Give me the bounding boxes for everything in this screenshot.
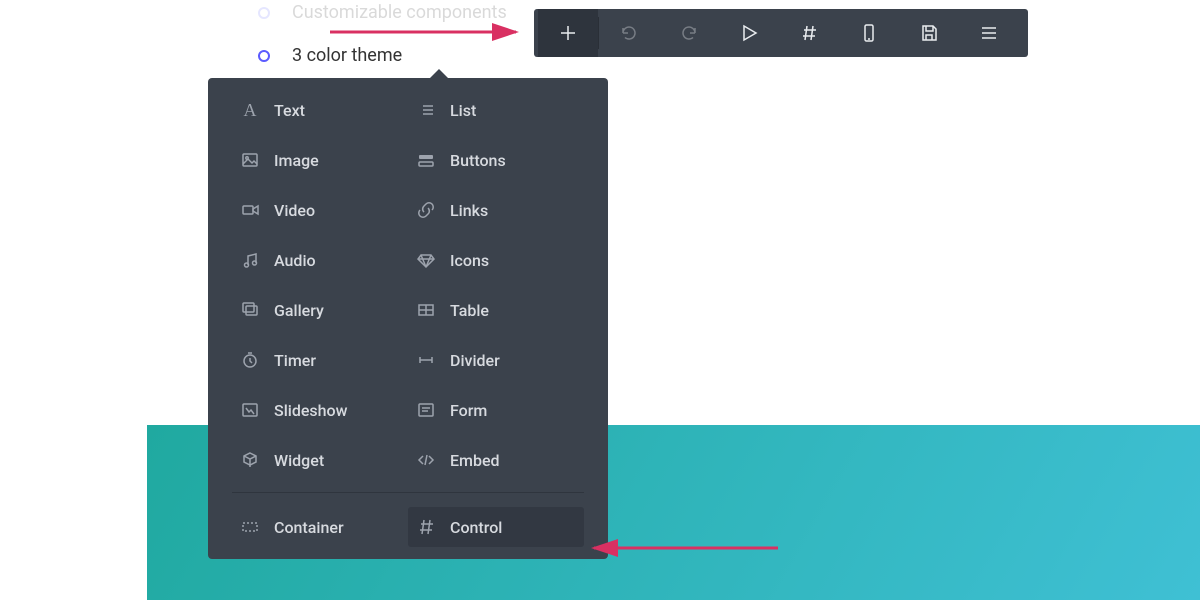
menu-item-label: Container <box>274 518 344 537</box>
menu-item-embed[interactable]: Embed <box>408 446 584 474</box>
device-button[interactable] <box>839 9 899 57</box>
menu-item-label: Timer <box>274 351 316 370</box>
menu-item-label: Divider <box>450 351 500 370</box>
add-button[interactable] <box>538 9 598 57</box>
menu-item-label: Buttons <box>450 151 506 170</box>
hash-icon <box>416 517 436 537</box>
popover-column-left: A Text Image Video Audio Gallery Time <box>232 96 408 474</box>
undo-icon <box>619 23 639 43</box>
popover-column-right: List Buttons Links Icons Table Divider <box>408 96 584 474</box>
timer-icon <box>240 350 260 370</box>
menu-item-label: Video <box>274 201 315 220</box>
menu-item-label: Icons <box>450 251 489 270</box>
menu-item-table[interactable]: Table <box>408 296 584 324</box>
form-icon <box>416 400 436 420</box>
page-bullet-list: Customizable components 3 color theme <box>258 2 507 88</box>
video-icon <box>240 200 260 220</box>
bullet-row: Customizable components <box>258 2 507 23</box>
text-icon: A <box>240 100 260 120</box>
undo-button[interactable] <box>599 9 659 57</box>
slideshow-icon <box>240 400 260 420</box>
list-icon <box>416 100 436 120</box>
menu-item-label: Table <box>450 301 489 320</box>
bullet-text: Customizable components <box>292 2 507 23</box>
buttons-icon <box>416 150 436 170</box>
menu-item-list[interactable]: List <box>408 96 584 124</box>
menu-item-links[interactable]: Links <box>408 196 584 224</box>
menu-item-gallery[interactable]: Gallery <box>232 296 408 324</box>
play-button[interactable] <box>719 9 779 57</box>
menu-item-label: Control <box>450 518 502 537</box>
popover-divider <box>232 492 584 493</box>
bullet-marker-icon <box>258 7 270 19</box>
bullet-text: 3 color theme <box>292 45 402 66</box>
menu-item-timer[interactable]: Timer <box>232 346 408 374</box>
menu-item-label: Gallery <box>274 301 324 320</box>
container-icon <box>240 517 260 537</box>
menu-item-label: Slideshow <box>274 401 348 420</box>
gallery-icon <box>240 300 260 320</box>
redo-button[interactable] <box>659 9 719 57</box>
popover-caret-icon <box>430 69 448 78</box>
menu-item-widget[interactable]: Widget <box>232 446 408 474</box>
embed-icon <box>416 450 436 470</box>
widget-icon <box>240 450 260 470</box>
menu-item-audio[interactable]: Audio <box>232 246 408 274</box>
menu-item-video[interactable]: Video <box>232 196 408 224</box>
menu-item-divider[interactable]: Divider <box>408 346 584 374</box>
bullet-row: 3 color theme <box>258 45 507 66</box>
table-icon <box>416 300 436 320</box>
editor-toolbar <box>534 9 1028 57</box>
anchor-button[interactable] <box>779 9 839 57</box>
menu-item-label: Embed <box>450 451 500 470</box>
menu-item-label: Audio <box>274 251 316 270</box>
save-icon <box>919 23 939 43</box>
hash-icon <box>799 23 819 43</box>
save-button[interactable] <box>899 9 959 57</box>
menu-item-icons[interactable]: Icons <box>408 246 584 274</box>
redo-icon <box>679 23 699 43</box>
divider-icon <box>416 350 436 370</box>
menu-item-label: Text <box>274 101 305 120</box>
menu-button[interactable] <box>959 9 1019 57</box>
mobile-icon <box>859 23 879 43</box>
menu-item-slideshow[interactable]: Slideshow <box>232 396 408 424</box>
menu-item-image[interactable]: Image <box>232 146 408 174</box>
play-icon <box>739 23 759 43</box>
image-icon <box>240 150 260 170</box>
menu-item-control[interactable]: Control <box>408 507 584 547</box>
add-element-popover: A Text Image Video Audio Gallery Time <box>208 78 608 559</box>
audio-icon <box>240 250 260 270</box>
menu-item-label: Links <box>450 201 488 220</box>
links-icon <box>416 200 436 220</box>
menu-item-label: List <box>450 101 476 120</box>
diamond-icon <box>416 250 436 270</box>
menu-item-label: Widget <box>274 451 324 470</box>
menu-item-label: Form <box>450 401 487 420</box>
menu-item-text[interactable]: A Text <box>232 96 408 124</box>
menu-item-form[interactable]: Form <box>408 396 584 424</box>
menu-item-label: Image <box>274 151 319 170</box>
plus-icon <box>558 23 578 43</box>
menu-item-container[interactable]: Container <box>232 507 408 547</box>
menu-item-buttons[interactable]: Buttons <box>408 146 584 174</box>
bullet-marker-icon <box>258 50 270 62</box>
hamburger-icon <box>979 23 999 43</box>
